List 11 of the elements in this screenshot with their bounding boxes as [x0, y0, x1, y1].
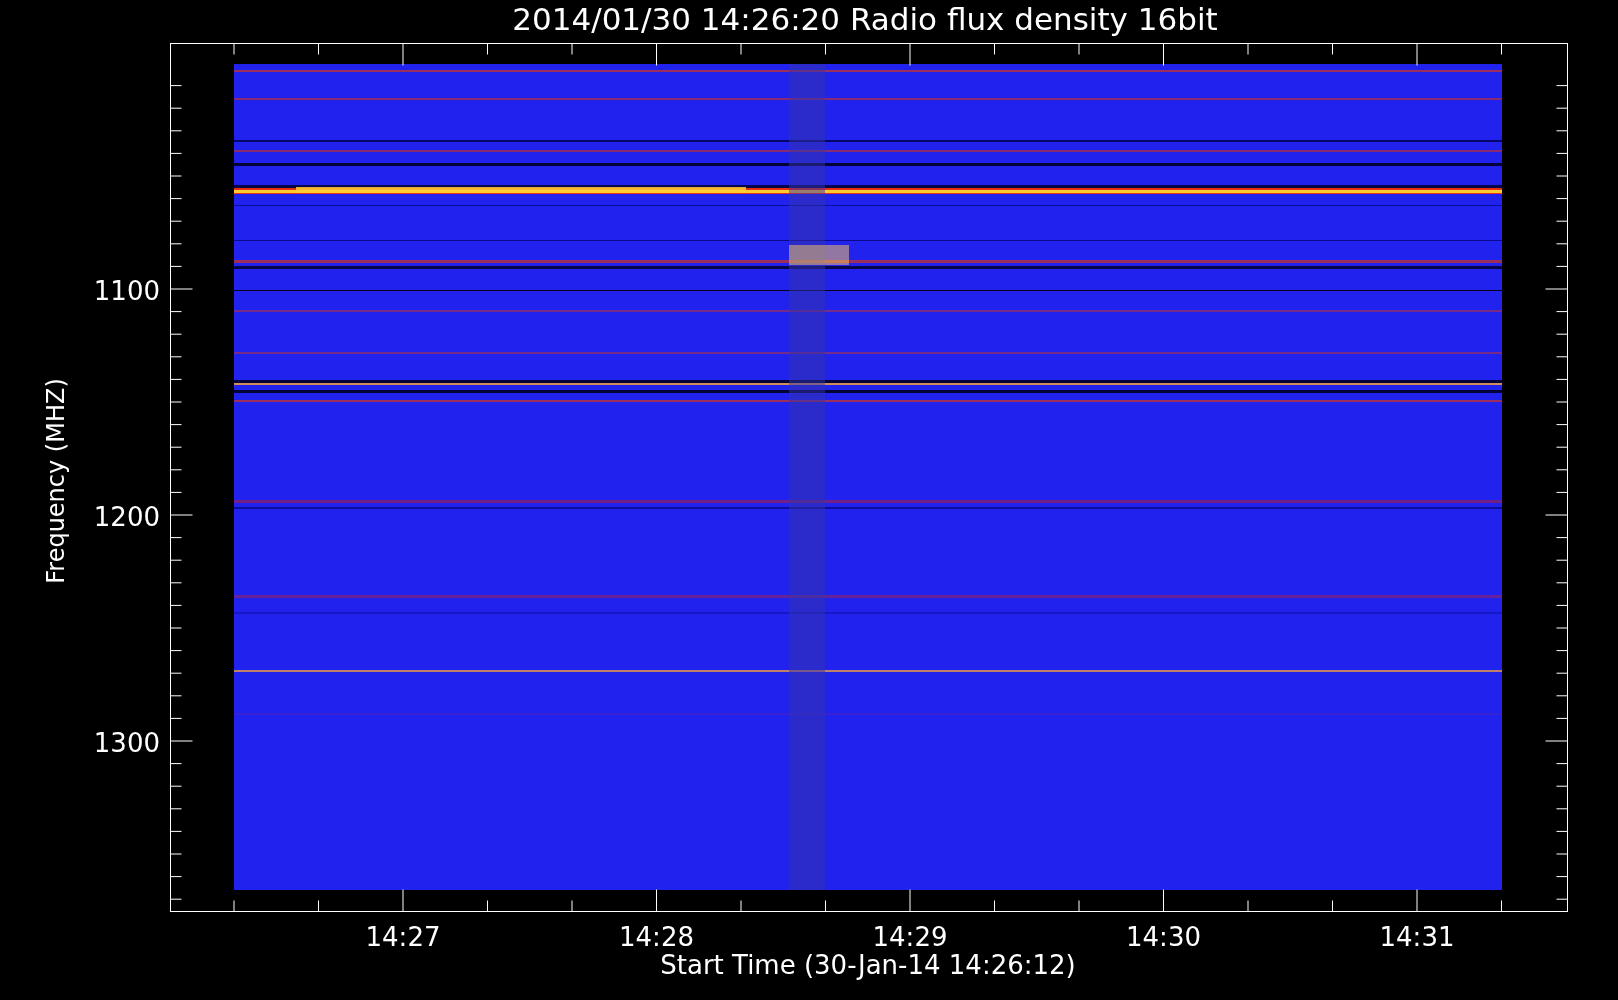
tick-label: 14:29: [872, 922, 948, 952]
tick-label: 1300: [93, 728, 160, 758]
tick-label: 14:27: [365, 922, 441, 952]
plot-title: 2014/01/30 14:26:20 Radio flux density 16bit: [512, 1, 1218, 37]
tick-label: 1200: [93, 502, 160, 532]
axis-label: Frequency (MHZ): [42, 378, 70, 584]
tick-label: 14:28: [619, 922, 694, 952]
tick-label: 1100: [93, 276, 160, 306]
axis-label: Start Time (30-Jan-14 14:26:12): [660, 950, 1076, 980]
tick-label: 14:30: [1126, 922, 1201, 952]
tick-label: 14:31: [1379, 922, 1455, 952]
